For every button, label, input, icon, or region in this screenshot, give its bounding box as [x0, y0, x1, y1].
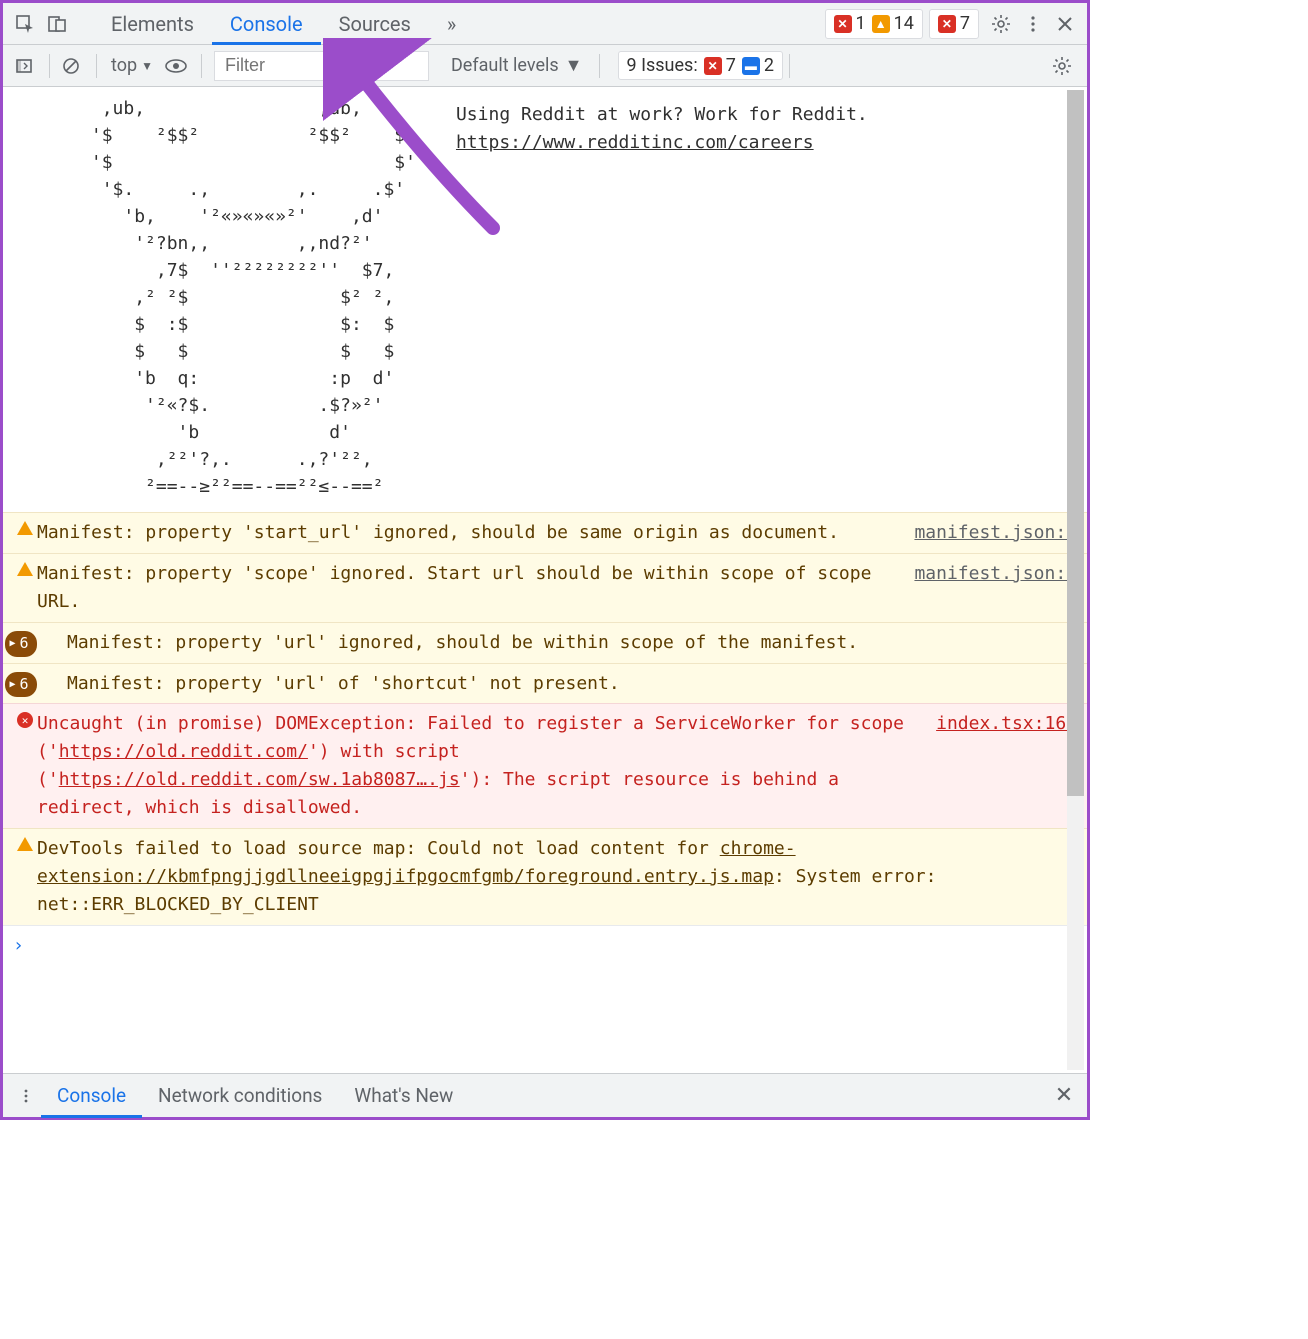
info-icon: ▬	[742, 57, 760, 75]
drawer-close-icon[interactable]: ✕	[1049, 1081, 1079, 1111]
clear-console-icon[interactable]	[56, 51, 86, 81]
error-circle-icon: ✕	[13, 710, 37, 822]
drawer-menu-icon[interactable]	[11, 1081, 41, 1111]
console-warning-row: Manifest: property 'start_url' ignored, …	[3, 512, 1087, 553]
console-warning-row: ▶6 Manifest: property 'url' of 'shortcut…	[3, 663, 1087, 704]
issues-info-count: 2	[764, 55, 774, 76]
separator	[599, 54, 600, 78]
log-message: Manifest: property 'url' ignored, should…	[67, 629, 1077, 657]
console-warning-row: DevTools failed to load source map: Coul…	[3, 828, 1087, 925]
chevron-down-icon: ▼	[565, 55, 583, 76]
expand-icon[interactable]: ▶6	[13, 629, 37, 657]
more-tabs-button[interactable]: »	[429, 3, 474, 45]
message-count: 7	[960, 13, 970, 34]
log-message: DevTools failed to load source map: Coul…	[37, 835, 1077, 919]
ascii-art: ,ub, ,ub, '$ ²$$² ²$$² $' '$ $' '$. ., ,…	[15, 95, 416, 500]
message-badge[interactable]: ✕ 7	[929, 9, 979, 39]
console-prompt[interactable]: ›	[3, 925, 1087, 966]
scrollbar-track[interactable]	[1067, 90, 1084, 1070]
context-label: top	[111, 55, 137, 76]
separator	[201, 54, 202, 78]
devtools-tabs: Elements Console Sources »	[93, 3, 474, 45]
tab-sources[interactable]: Sources	[321, 3, 429, 45]
drawer-tab-whats-new[interactable]: What's New	[338, 1074, 469, 1118]
error-url-link[interactable]: https://old.reddit.com/	[59, 741, 308, 762]
warning-count: 14	[894, 13, 914, 34]
log-message: Manifest: property 'scope' ignored. Star…	[37, 560, 898, 616]
context-selector[interactable]: top ▼	[103, 51, 161, 80]
log-message: Manifest: property 'start_url' ignored, …	[37, 519, 898, 547]
inspect-element-icon[interactable]	[9, 8, 41, 40]
console-log-ascii: ,ub, ,ub, '$ ²$$² ²$$² $' '$ $' '$. ., ,…	[3, 87, 1087, 512]
console-subbar: top ▼ Default levels ▼ 9 Issues: ✕ 7 ▬ 2	[3, 45, 1087, 87]
drawer-tabs: Console Network conditions What's New ✕	[3, 1073, 1087, 1117]
log-message: Uncaught (in promise) DOMException: Fail…	[37, 710, 920, 822]
console-body: ,ub, ,ub, '$ ²$$² ²$$² $' '$ $' '$. ., ,…	[3, 87, 1087, 1073]
filter-input[interactable]	[214, 51, 429, 81]
chevron-down-icon: ▼	[141, 59, 153, 73]
issues-err-count: 7	[726, 55, 736, 76]
repeat-count-pill[interactable]: ▶6	[5, 631, 36, 657]
repeat-count-pill[interactable]: ▶6	[5, 672, 36, 698]
separator	[49, 54, 50, 78]
error-warning-badge[interactable]: ✕ 1 ▲ 14	[825, 9, 923, 39]
devtools-toolbar: Elements Console Sources » ✕ 1 ▲ 14 ✕ 7	[3, 3, 1087, 45]
ascii-message: Using Reddit at work? Work for Reddit. h…	[456, 95, 868, 500]
console-warning-row: ▶6 Manifest: property 'url' ignored, sho…	[3, 622, 1087, 663]
drawer-tab-network-conditions[interactable]: Network conditions	[142, 1074, 338, 1118]
error-icon: ✕	[834, 15, 852, 33]
issues-label: 9 Issues:	[627, 55, 698, 76]
log-source-link[interactable]: manifest.json:1	[914, 519, 1077, 547]
warning-triangle-icon	[13, 835, 37, 919]
ascii-text-line: Using Reddit at work? Work for Reddit.	[456, 101, 868, 129]
message-icon: ✕	[938, 15, 956, 33]
log-message: Manifest: property 'url' of 'shortcut' n…	[67, 670, 1077, 698]
device-toolbar-icon[interactable]	[41, 8, 73, 40]
tab-elements[interactable]: Elements	[93, 3, 212, 45]
live-expression-icon[interactable]	[161, 51, 191, 81]
warning-triangle-icon	[13, 519, 37, 547]
tab-console[interactable]: Console	[212, 3, 321, 45]
close-devtools-icon[interactable]	[1049, 8, 1081, 40]
console-error-row: ✕ Uncaught (in promise) DOMException: Fa…	[3, 703, 1087, 828]
log-source-link[interactable]: manifest.json:1	[914, 560, 1077, 616]
console-settings-gear-icon[interactable]	[1047, 51, 1077, 81]
log-levels-selector[interactable]: Default levels ▼	[441, 55, 593, 76]
console-warning-row: Manifest: property 'scope' ignored. Star…	[3, 553, 1087, 622]
toggle-sidebar-icon[interactable]	[9, 51, 39, 81]
levels-label: Default levels	[451, 55, 559, 76]
settings-gear-icon[interactable]	[985, 8, 1017, 40]
careers-link[interactable]: https://www.redditinc.com/careers	[456, 132, 814, 153]
separator	[96, 54, 97, 78]
error-count: 1	[856, 13, 866, 34]
scrollbar-thumb[interactable]	[1067, 90, 1084, 796]
kebab-menu-icon[interactable]	[1017, 8, 1049, 40]
prompt-caret-icon: ›	[13, 932, 24, 960]
separator	[789, 54, 790, 78]
warning-icon: ▲	[872, 15, 890, 33]
issues-button[interactable]: 9 Issues: ✕ 7 ▬ 2	[618, 51, 783, 80]
expand-icon[interactable]: ▶6	[13, 670, 37, 698]
drawer-tab-console[interactable]: Console	[41, 1074, 142, 1118]
warning-triangle-icon	[13, 560, 37, 616]
log-source-link[interactable]: index.tsx:163	[936, 710, 1077, 822]
error-url-link[interactable]: https://old.reddit.com/sw.1ab8087….js	[59, 769, 460, 790]
error-icon: ✕	[704, 57, 722, 75]
